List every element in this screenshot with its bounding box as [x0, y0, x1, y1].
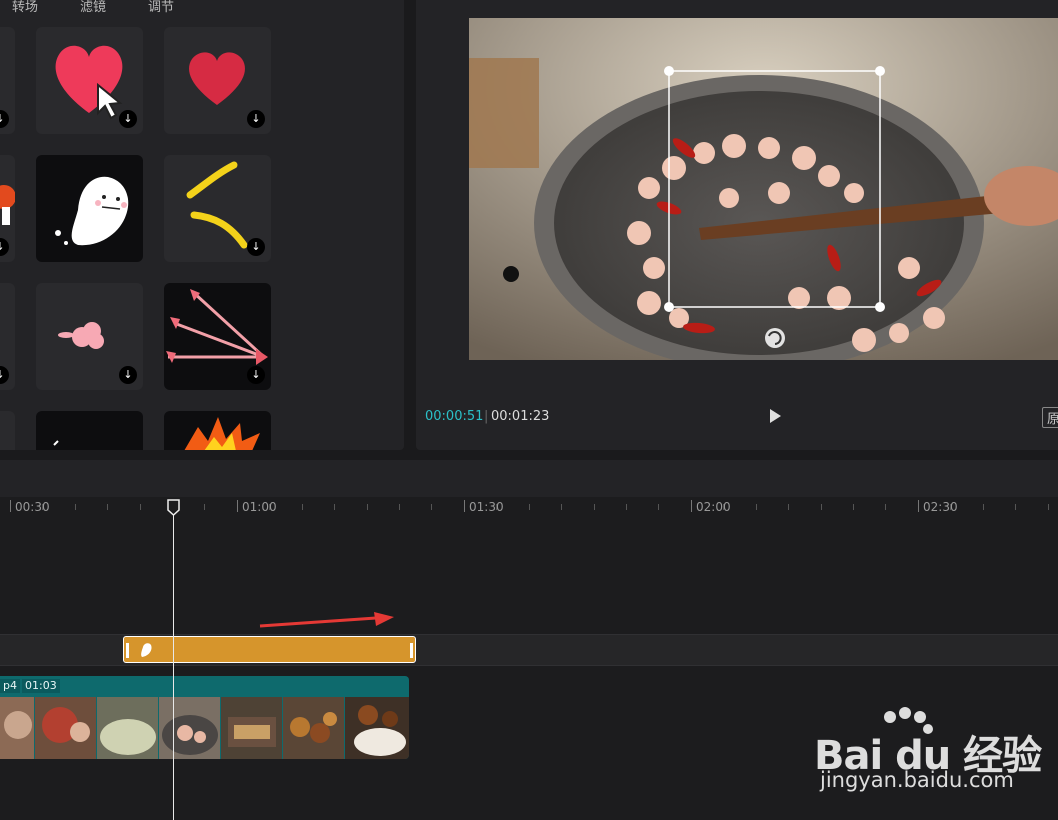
original-ratio-button[interactable]: 原	[1042, 407, 1058, 428]
sticker-card[interactable]	[0, 411, 15, 450]
ruler-minor-tick	[107, 504, 109, 510]
download-icon[interactable]: ↓	[247, 110, 265, 128]
ruler-minor-tick	[42, 504, 44, 510]
sticker-card-heart-cursor[interactable]: ↓	[36, 27, 143, 134]
download-icon[interactable]: ↓	[0, 366, 9, 384]
ruler-label: 02:00	[696, 500, 731, 514]
download-icon[interactable]: ↓	[247, 366, 265, 384]
ruler-tick	[918, 500, 919, 512]
sticker-clip[interactable]	[123, 636, 416, 663]
sticker-library-panel: 转场 滤镜 调节 ↓ ↓ ↓ ↓ ↓	[0, 0, 404, 450]
ruler-label: 02:30	[923, 500, 958, 514]
ruler-minor-tick	[593, 504, 595, 510]
ruler-minor-tick	[755, 504, 757, 510]
ruler-minor-tick	[788, 504, 790, 510]
ruler-minor-tick	[723, 504, 725, 510]
ruler-minor-tick	[950, 504, 952, 510]
ruler-minor-tick	[658, 504, 660, 510]
ruler-minor-tick	[366, 504, 368, 510]
ruler-tick	[237, 500, 238, 512]
ruler-minor-tick	[1015, 504, 1017, 510]
sticker-card-cloud[interactable]: ↓	[36, 283, 143, 390]
video-clip[interactable]: p4 01:03	[0, 676, 409, 759]
playhead-handle[interactable]	[167, 499, 180, 516]
sticker-card-arrows[interactable]: ↓	[164, 283, 271, 390]
ruler-minor-tick	[885, 504, 887, 510]
preview-panel: 00:00:51 | 00:01:23 原	[416, 0, 1058, 450]
video-preview[interactable]	[469, 18, 1058, 360]
ruler-tick	[464, 500, 465, 512]
playhead-line[interactable]	[173, 509, 174, 820]
ruler-tick	[691, 500, 692, 512]
ruler-minor-tick	[528, 504, 530, 510]
tab-filter[interactable]: 滤镜	[80, 0, 106, 15]
ghost-sticker	[55, 176, 129, 246]
video-thumbnails	[0, 697, 409, 759]
sticker-card-ghost[interactable]	[36, 155, 143, 262]
explosion-sticker	[184, 417, 260, 450]
sticker-thumbnail	[53, 440, 59, 446]
library-tabs: 转场 滤镜 调节	[0, 0, 404, 15]
ruler-minor-tick	[982, 504, 984, 510]
ruler-minor-tick	[74, 504, 76, 510]
tab-adjust[interactable]: 调节	[148, 0, 174, 15]
cooking-video-frame	[469, 18, 1058, 360]
ruler-minor-tick	[1047, 504, 1049, 510]
sticker-card[interactable]: ↓	[0, 155, 15, 262]
download-icon[interactable]: ↓	[247, 238, 265, 256]
ghost-icon	[141, 643, 152, 657]
total-time: 00:01:23	[491, 409, 550, 424]
download-icon[interactable]: ↓	[0, 110, 9, 128]
ruler-label: 00:30	[15, 500, 50, 514]
timeline-toolbar	[0, 460, 1058, 497]
ruler-minor-tick	[399, 504, 400, 510]
sticker-card[interactable]	[36, 411, 143, 450]
clip-right-handle[interactable]	[410, 643, 413, 658]
ruler-minor-tick	[561, 504, 563, 510]
sticker-card-explosion[interactable]	[164, 411, 271, 450]
ruler-minor-tick	[626, 504, 627, 510]
sticker-card[interactable]: ↓	[0, 283, 15, 390]
ruler-label: 01:30	[469, 500, 504, 514]
ruler-minor-tick	[431, 504, 433, 510]
ruler-tick	[10, 500, 11, 512]
ruler-minor-tick	[334, 504, 336, 510]
rotate-icon	[765, 328, 785, 348]
clip-duration: 01:03	[22, 679, 60, 693]
sticker-card-red-heart[interactable]: ↓	[164, 27, 271, 134]
ruler-minor-tick	[820, 504, 822, 510]
tab-transition[interactable]: 转场	[12, 0, 38, 15]
ruler-minor-tick	[301, 504, 303, 510]
ruler-label: 01:00	[242, 500, 277, 514]
sticker-card-yellow-strokes[interactable]: ↓	[164, 155, 271, 262]
ruler-minor-tick	[269, 504, 271, 510]
watermark-url: jingyan.baidu.com	[820, 768, 1014, 792]
current-time: 00:00:51	[425, 409, 484, 424]
play-icon[interactable]	[766, 407, 784, 425]
clip-filename: p4	[0, 679, 20, 693]
sticker-card[interactable]: ↓	[0, 27, 15, 134]
ruler-minor-tick	[139, 504, 141, 510]
ruler-minor-tick	[853, 504, 854, 510]
ruler-minor-tick	[496, 504, 498, 510]
time-separator: |	[484, 409, 489, 424]
red-arrow-annotation	[259, 612, 394, 628]
download-icon[interactable]: ↓	[119, 366, 137, 384]
ruler-minor-tick	[204, 504, 206, 510]
download-icon[interactable]: ↓	[119, 110, 137, 128]
clip-left-handle[interactable]	[126, 643, 129, 658]
